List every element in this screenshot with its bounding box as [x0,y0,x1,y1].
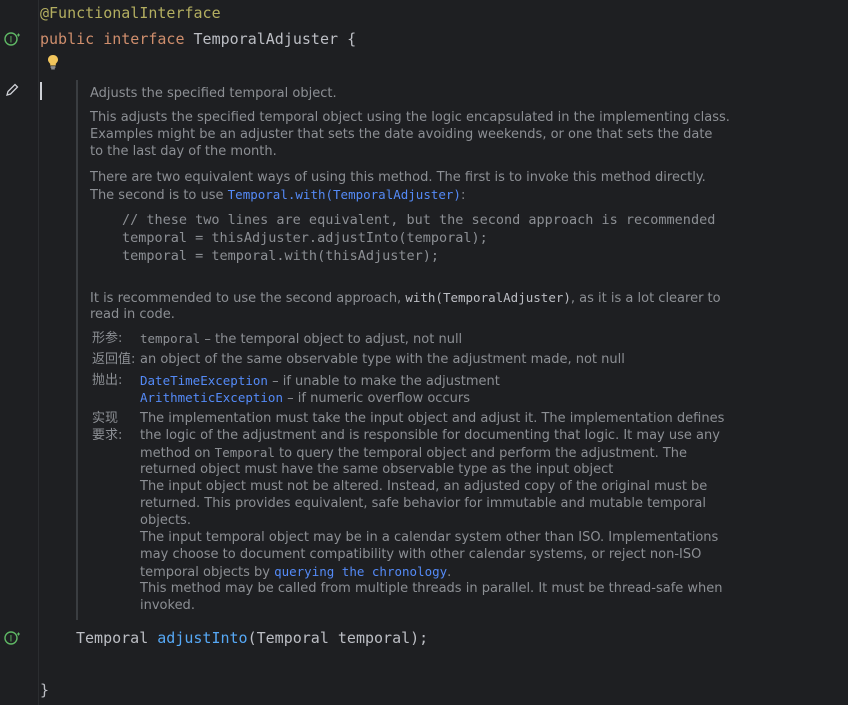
returns-label: 返回值: [92,352,136,367]
impl-spec-label: 实现 [92,411,119,426]
closing-brace[interactable]: } [40,680,49,700]
exception-description: – if unable to make the adjustment [267,374,500,389]
impl-spec-line: The input temporal object may be in a ca… [140,530,719,545]
doc-text-fragment: method on [140,446,215,461]
doc-text-fragment: The second is to use [90,188,228,203]
gutter-separator [38,0,39,705]
doc-para2-line: There are two equivalent ways of using t… [90,170,706,185]
impl-spec-line: temporal objects by querying the chronol… [140,563,451,581]
text-caret [40,82,42,100]
doc-summary: Adjusts the specified temporal object. [90,86,337,101]
method-declaration[interactable]: Temporal adjustInto(Temporal temporal); [76,628,428,648]
impl-spec-line: method on Temporal to query the temporal… [140,444,687,462]
params-label: 形参: [92,331,123,346]
editor-gutter [0,0,38,705]
doc-code-line: temporal = thisAdjuster.adjustInto(tempo… [122,230,488,246]
doc-para3-line: It is recommended to use the second appr… [90,289,721,307]
doc-para1-line: Examples might be an adjuster that sets … [90,127,713,142]
impl-spec-line: returned object must have the same obser… [140,462,614,477]
doc-text-fragment: : [460,188,466,203]
doc-text-fragment: It is recommended to use the second appr… [90,291,406,306]
method-params: (Temporal temporal); [247,629,429,647]
implementation-marker-icon[interactable]: I [4,31,20,47]
doc-para3-line: read in code. [90,307,175,322]
param-description: – the temporal object to adjust, not nul… [200,332,463,347]
doc-text-fragment: to query the temporal object and perform… [274,446,688,461]
return-type: Temporal [76,629,149,647]
impl-spec-line: objects. [140,513,191,528]
impl-spec-line: returned. This provides equivalent, safe… [140,496,706,511]
exception-link[interactable]: DateTimeException [140,373,268,388]
doc-code-line: temporal = temporal.with(thisAdjuster); [122,248,439,264]
impl-spec-line: The implementation must take the input o… [140,411,725,426]
doc-para2-line: The second is to use Temporal.with(Tempo… [90,186,465,204]
doc-text-fragment: temporal objects by [140,565,275,580]
temporal-code: Temporal [214,445,275,460]
impl-spec-label: 要求: [92,428,123,443]
temporal-with-link[interactable]: Temporal.with(TemporalAdjuster) [228,187,461,202]
keyword-public: public [40,30,95,48]
doc-text-fragment: , as it is a lot clearer to [570,291,721,306]
exception-description: – if numeric overflow occurs [283,391,470,406]
edit-doc-icon[interactable] [4,82,20,98]
impl-spec-line: The input object must not be altered. In… [140,479,708,494]
doc-code-comment: // these two lines are equivalent, but t… [122,212,716,228]
impl-spec-line: invoked. [140,598,195,613]
svg-text:I: I [10,635,13,645]
impl-spec-line: may choose to document compatibility wit… [140,547,702,562]
with-method-code: with(TemporalAdjuster) [405,290,571,305]
param-entry: temporal – the temporal object to adjust… [140,330,462,348]
doc-text-fragment: . [447,565,452,580]
throws-label: 抛出: [92,373,123,388]
doc-para1-line: This adjusts the specified temporal obje… [90,110,730,125]
method-name: adjustInto [157,629,248,647]
throws-entry: DateTimeException – if unable to make th… [140,372,500,390]
interface-declaration[interactable]: public interface TemporalAdjuster { [40,29,356,49]
open-brace: { [347,30,357,48]
querying-chronology-link[interactable]: querying the chronology [274,564,447,579]
param-name: temporal [140,331,201,346]
keyword-interface: interface [103,30,185,48]
svg-text:I: I [10,36,13,46]
lightbulb-icon[interactable] [46,54,60,70]
implementation-marker-icon[interactable]: I [4,630,20,646]
interface-name: TemporalAdjuster [193,30,339,48]
impl-spec-line: This method may be called from multiple … [140,581,723,596]
throws-entry: ArithmeticException – if numeric overflo… [140,389,470,407]
doc-para1-line: to the last day of the month. [90,144,277,159]
annotation-line[interactable]: @FunctionalInterface [40,3,221,23]
impl-spec-line: the logic of the adjustment and is respo… [140,428,720,443]
exception-link[interactable]: ArithmeticException [140,390,283,405]
returns-description: an object of the same observable type wi… [140,352,625,367]
